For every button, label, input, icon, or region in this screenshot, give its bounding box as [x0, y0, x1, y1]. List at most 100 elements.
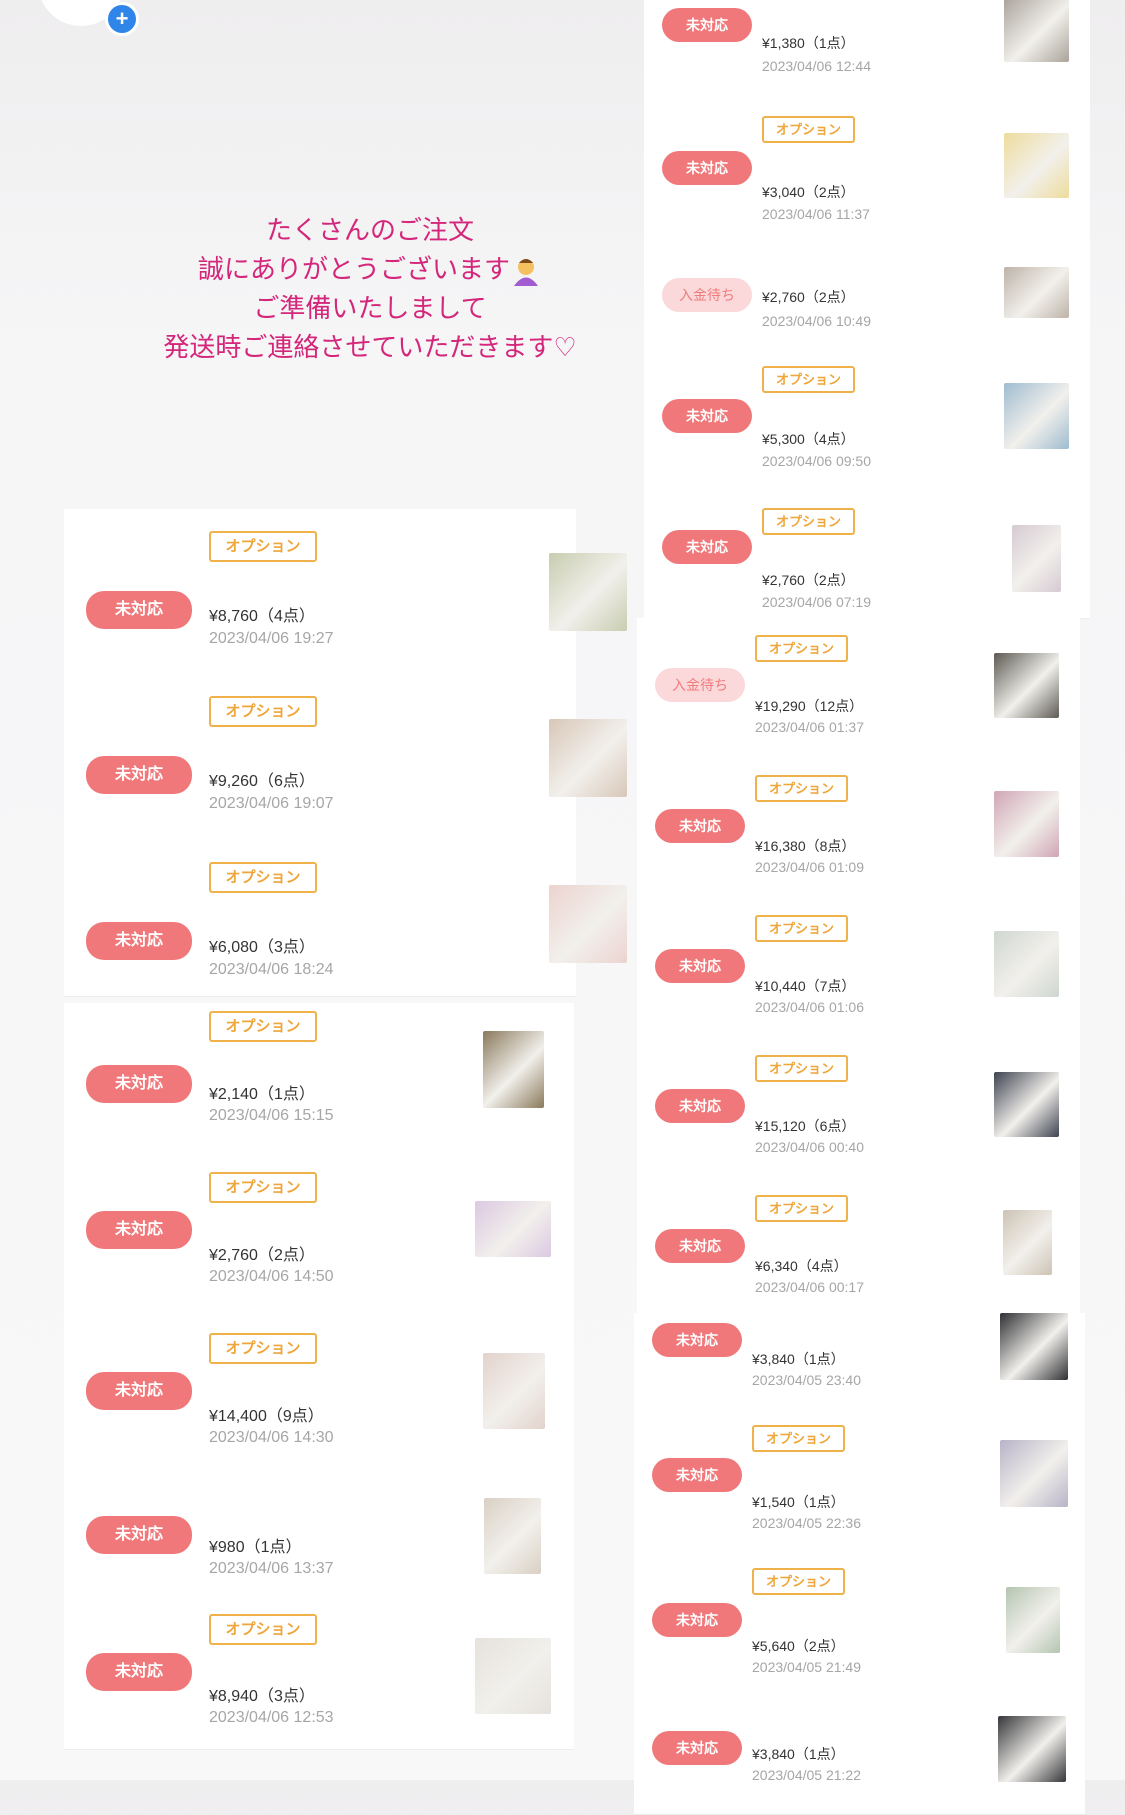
option-tag: オプション — [752, 1425, 845, 1452]
order-price: ¥3,840（1点） — [752, 1351, 845, 1367]
product-thumbnail[interactable] — [475, 1201, 551, 1257]
order-price: ¥8,940（3点） — [209, 1688, 315, 1705]
product-thumbnail[interactable] — [994, 791, 1059, 857]
order-card[interactable]: 未対応 ¥980（1点） 2023/04/06 13:37 — [64, 1471, 574, 1600]
order-price: ¥2,760（2点） — [762, 572, 855, 588]
order-card[interactable]: 入金待ち オプション ¥19,290（12点） 2023/04/06 01:37 — [637, 618, 1080, 756]
order-price: ¥6,340（4点） — [755, 1258, 848, 1274]
order-price: ¥16,380（8点） — [755, 838, 856, 854]
order-price: ¥9,260（6点） — [209, 773, 315, 790]
order-card[interactable]: 未対応 オプション ¥5,300（4点） 2023/04/06 09:50 — [644, 347, 1090, 489]
order-price: ¥19,290（12点） — [755, 698, 864, 714]
order-card[interactable]: 未対応 オプション ¥16,380（8点） 2023/04/06 01:09 — [637, 755, 1080, 896]
product-thumbnail[interactable] — [484, 1498, 541, 1574]
order-card[interactable]: 未対応 オプション ¥8,940（3点） 2023/04/06 12:53 — [64, 1599, 574, 1750]
option-tag: オプション — [762, 508, 855, 535]
status-badge: 未対応 — [86, 1653, 192, 1691]
person-bowing-icon — [514, 258, 538, 286]
status-badge: 未対応 — [662, 399, 752, 433]
product-thumbnail[interactable] — [1003, 1210, 1052, 1275]
status-badge: 未対応 — [655, 1229, 745, 1263]
status-badge: 未対応 — [652, 1731, 742, 1765]
message-line: たくさんのご注文 — [265, 216, 474, 246]
product-thumbnail[interactable] — [1012, 525, 1061, 592]
product-thumbnail[interactable] — [1006, 1587, 1060, 1653]
order-price: ¥2,760（2点） — [762, 289, 855, 305]
option-tag: オプション — [755, 915, 848, 942]
order-price: ¥3,840（1点） — [752, 1746, 845, 1762]
order-date: 2023/04/06 09:50 — [762, 453, 871, 469]
order-card[interactable]: 未対応 オプション ¥6,080（3点） 2023/04/06 18:24 — [64, 840, 627, 997]
order-card[interactable]: 未対応 オプション ¥8,760（4点） 2023/04/06 19:27 — [64, 509, 627, 675]
product-thumbnail[interactable] — [1004, 383, 1069, 449]
option-tag: オプション — [209, 1333, 317, 1364]
order-date: 2023/04/06 11:37 — [762, 206, 870, 222]
order-date: 2023/04/06 01:09 — [755, 859, 864, 875]
product-thumbnail[interactable] — [1004, 267, 1069, 318]
option-tag: オプション — [209, 1614, 317, 1645]
status-badge: 未対応 — [86, 1211, 192, 1249]
product-thumbnail[interactable] — [549, 885, 627, 963]
order-price: ¥15,120（6点） — [755, 1118, 856, 1134]
order-date: 2023/04/06 19:07 — [209, 795, 334, 812]
product-thumbnail[interactable] — [483, 1031, 544, 1108]
product-thumbnail[interactable] — [1000, 1440, 1068, 1507]
product-thumbnail[interactable] — [998, 1716, 1066, 1782]
order-date: 2023/04/06 15:15 — [209, 1107, 334, 1124]
order-date: 2023/04/06 07:19 — [762, 594, 871, 610]
option-tag: オプション — [762, 116, 855, 143]
order-price: ¥8,760（4点） — [209, 608, 315, 625]
status-badge: 未対応 — [655, 949, 745, 983]
order-card[interactable]: 未対応 オプション ¥6,340（4点） 2023/04/06 00:17 — [637, 1175, 1080, 1314]
order-card[interactable]: 未対応 ¥3,840（1点） 2023/04/05 23:40 — [634, 1313, 1085, 1406]
status-badge: 未対応 — [86, 1516, 192, 1554]
order-date: 2023/04/06 14:30 — [209, 1429, 334, 1446]
order-price: ¥3,040（2点） — [762, 184, 855, 200]
order-card[interactable]: 未対応 オプション ¥10,440（7点） 2023/04/06 01:06 — [637, 895, 1080, 1036]
order-card[interactable]: 未対応 オプション ¥2,760（2点） 2023/04/06 07:19 — [644, 488, 1090, 619]
option-tag: オプション — [209, 696, 317, 727]
order-card[interactable]: 未対応 オプション ¥9,260（6点） 2023/04/06 19:07 — [64, 674, 627, 841]
status-badge: 未対応 — [662, 151, 752, 185]
order-card[interactable]: 未対応 オプション ¥14,400（9点） 2023/04/06 14:30 — [64, 1310, 574, 1472]
order-date: 2023/04/05 22:36 — [752, 1515, 861, 1531]
status-badge: 未対応 — [86, 1065, 192, 1103]
product-thumbnail[interactable] — [1004, 133, 1069, 198]
order-card[interactable]: 未対応 ¥1,380（1点） 2023/04/06 12:44 — [644, 0, 1090, 98]
option-tag: オプション — [755, 635, 848, 662]
order-card[interactable]: 未対応 オプション ¥5,640（2点） 2023/04/05 21:49 — [634, 1549, 1085, 1695]
option-tag: オプション — [762, 366, 855, 393]
status-badge: 未対応 — [652, 1323, 742, 1357]
order-date: 2023/04/06 01:06 — [755, 999, 864, 1015]
status-badge: 入金待ち — [662, 278, 752, 312]
status-badge: 未対応 — [86, 756, 192, 794]
product-thumbnail[interactable] — [549, 719, 627, 797]
status-badge: 入金待ち — [655, 668, 745, 702]
order-price: ¥5,640（2点） — [752, 1638, 845, 1654]
product-thumbnail[interactable] — [1004, 0, 1069, 62]
order-price: ¥1,380（1点） — [762, 35, 855, 51]
product-thumbnail[interactable] — [475, 1638, 551, 1714]
product-thumbnail[interactable] — [994, 1072, 1059, 1137]
product-thumbnail[interactable] — [483, 1353, 545, 1429]
order-card[interactable]: 未対応 オプション ¥1,540（1点） 2023/04/05 22:36 — [634, 1405, 1085, 1550]
order-price: ¥980（1点） — [209, 1539, 302, 1556]
order-card[interactable]: 未対応 オプション ¥2,140（1点） 2023/04/06 15:15 — [64, 1003, 574, 1150]
order-card[interactable]: 未対応 ¥3,840（1点） 2023/04/05 21:22 — [634, 1694, 1085, 1815]
product-thumbnail[interactable] — [994, 653, 1059, 718]
order-card[interactable]: 未対応 オプション ¥2,760（2点） 2023/04/06 14:50 — [64, 1149, 574, 1311]
order-card[interactable]: 未対応 オプション ¥3,040（2点） 2023/04/06 11:37 — [644, 97, 1090, 238]
order-date: 2023/04/06 00:17 — [755, 1279, 864, 1295]
product-thumbnail[interactable] — [1000, 1313, 1068, 1380]
status-badge: 未対応 — [662, 8, 752, 42]
product-thumbnail[interactable] — [994, 931, 1059, 997]
order-card[interactable]: 入金待ち ¥2,760（2点） 2023/04/06 10:49 — [644, 237, 1090, 348]
product-thumbnail[interactable] — [549, 553, 627, 631]
order-date: 2023/04/05 21:49 — [752, 1659, 861, 1675]
order-card[interactable]: 未対応 オプション ¥15,120（6点） 2023/04/06 00:40 — [637, 1035, 1080, 1176]
option-tag: オプション — [755, 775, 848, 802]
status-badge: 未対応 — [86, 1372, 192, 1410]
order-date: 2023/04/06 10:49 — [762, 313, 871, 329]
order-date: 2023/04/06 14:50 — [209, 1268, 334, 1285]
add-story-icon[interactable]: + — [105, 2, 139, 36]
